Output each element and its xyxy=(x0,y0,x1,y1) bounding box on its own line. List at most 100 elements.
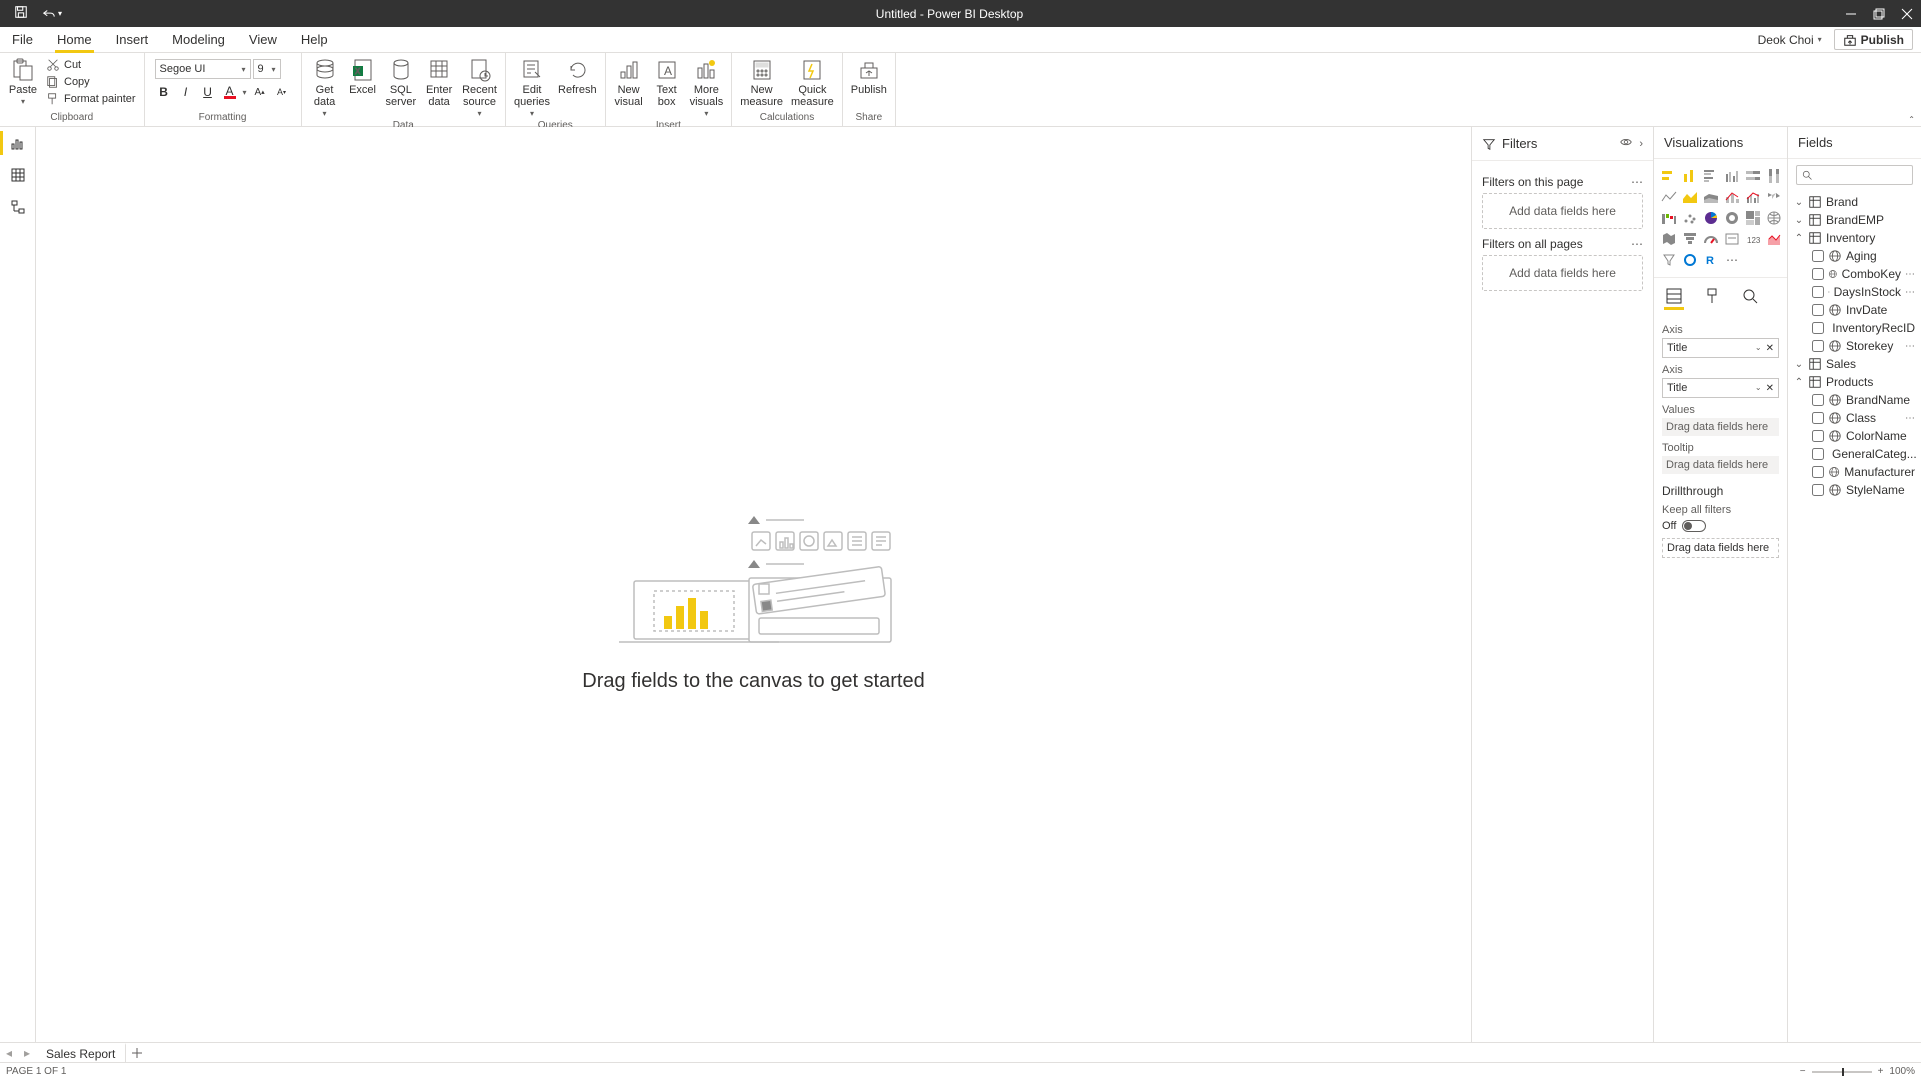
sql-server-button[interactable]: SQL server xyxy=(382,55,421,108)
new-measure-button[interactable]: New measure xyxy=(736,55,787,108)
viz-card[interactable] xyxy=(1723,230,1741,248)
field-generalcateg[interactable]: GeneralCateg... xyxy=(1794,445,1915,463)
viz-gauge[interactable] xyxy=(1702,230,1720,248)
report-view-button[interactable] xyxy=(0,127,35,159)
report-canvas-area[interactable]: Drag fields to the canvas to get started xyxy=(36,127,1471,1042)
user-menu[interactable]: Deok Choi▾ xyxy=(1748,27,1832,52)
viz-line-column[interactable] xyxy=(1723,188,1741,206)
recent-sources-button[interactable]: Recent source▾ xyxy=(458,55,501,120)
table-products[interactable]: ⌃Products xyxy=(1794,373,1915,391)
viz-slicer[interactable] xyxy=(1660,251,1678,269)
tab-home[interactable]: Home xyxy=(45,27,104,52)
viz-stacked-column[interactable] xyxy=(1681,167,1699,185)
publish-ribbon-button[interactable]: Publish xyxy=(847,55,891,96)
data-view-button[interactable] xyxy=(0,159,35,191)
get-data-button[interactable]: Get data▾ xyxy=(306,55,344,120)
field-daysinstock[interactable]: DaysInStock⋯ xyxy=(1794,283,1915,301)
refresh-button[interactable]: Refresh xyxy=(554,55,601,96)
drillthrough-dropzone[interactable]: Drag data fields here xyxy=(1662,538,1779,558)
viz-axis2-field[interactable]: Title⌄✕ xyxy=(1662,378,1779,398)
close-button[interactable] xyxy=(1893,0,1921,27)
page-next[interactable]: ▸ xyxy=(18,1043,36,1062)
italic-button[interactable]: I xyxy=(177,83,195,101)
viz-waterfall[interactable] xyxy=(1660,209,1678,227)
zoom-out[interactable]: − xyxy=(1800,1066,1806,1077)
viz-line-clustered-column[interactable] xyxy=(1744,188,1762,206)
copy-button[interactable]: Copy xyxy=(42,74,140,90)
enter-data-button[interactable]: Enter data xyxy=(420,55,458,108)
viz-analytics-tab[interactable] xyxy=(1738,284,1762,308)
field-stylename[interactable]: StyleName xyxy=(1794,481,1915,499)
font-size-select[interactable]: 9▾ xyxy=(253,59,281,79)
viz-matrix[interactable]: R xyxy=(1702,251,1720,269)
viz-filled-map[interactable] xyxy=(1660,230,1678,248)
fields-search[interactable] xyxy=(1796,165,1913,185)
bold-button[interactable]: B xyxy=(155,83,173,101)
viz-100-stacked-bar[interactable] xyxy=(1744,167,1762,185)
tab-file[interactable]: File xyxy=(0,27,45,52)
excel-button[interactable]: XExcel xyxy=(344,55,382,96)
table-brand[interactable]: ⌄Brand xyxy=(1794,193,1915,211)
filters-all-dropzone[interactable]: Add data fields here xyxy=(1482,255,1643,291)
viz-treemap[interactable] xyxy=(1744,209,1762,227)
tab-modeling[interactable]: Modeling xyxy=(160,27,237,52)
viz-ribbon[interactable] xyxy=(1765,188,1783,206)
field-combokey[interactable]: ComboKey⋯ xyxy=(1794,265,1915,283)
format-painter-button[interactable]: Format painter xyxy=(42,91,140,107)
viz-scatter[interactable] xyxy=(1681,209,1699,227)
viz-values-dropzone[interactable]: Drag data fields here xyxy=(1662,418,1779,436)
cut-button[interactable]: Cut xyxy=(42,57,140,73)
grow-font-button[interactable]: A▴ xyxy=(251,83,269,101)
tab-view[interactable]: View xyxy=(237,27,289,52)
zoom-slider[interactable] xyxy=(1812,1071,1872,1073)
field-inventoryrecid[interactable]: InventoryRecID xyxy=(1794,319,1915,337)
viz-tooltip-dropzone[interactable]: Drag data fields here xyxy=(1662,456,1779,474)
filters-collapse-icon[interactable]: › xyxy=(1639,138,1643,150)
viz-stacked-area[interactable] xyxy=(1702,188,1720,206)
table-sales[interactable]: ⌄Sales xyxy=(1794,355,1915,373)
tab-help[interactable]: Help xyxy=(289,27,340,52)
font-color-button[interactable]: A xyxy=(221,83,239,101)
viz-donut[interactable] xyxy=(1723,209,1741,227)
field-class[interactable]: Class⋯ xyxy=(1794,409,1915,427)
maximize-button[interactable] xyxy=(1865,0,1893,27)
field-storekey[interactable]: Storekey⋯ xyxy=(1794,337,1915,355)
tab-insert[interactable]: Insert xyxy=(104,27,161,52)
viz-format-tab[interactable] xyxy=(1700,284,1724,308)
page-add[interactable] xyxy=(126,1043,148,1062)
zoom-in[interactable]: + xyxy=(1878,1066,1884,1077)
keep-filters-toggle[interactable]: Off xyxy=(1662,520,1779,532)
field-brandname[interactable]: BrandName xyxy=(1794,391,1915,409)
field-colorname[interactable]: ColorName xyxy=(1794,427,1915,445)
viz-axis1-field[interactable]: Title⌄✕ xyxy=(1662,338,1779,358)
page-tab-sales-report[interactable]: Sales Report xyxy=(36,1043,126,1062)
viz-clustered-column[interactable] xyxy=(1723,167,1741,185)
font-name-select[interactable]: Segoe UI▾ xyxy=(155,59,251,79)
viz-100-stacked-column[interactable] xyxy=(1765,167,1783,185)
more-visuals-button[interactable]: More visuals▾ xyxy=(686,55,728,120)
text-box-button[interactable]: AText box xyxy=(648,55,686,108)
shrink-font-button[interactable]: A▾ xyxy=(273,83,291,101)
report-page[interactable]: Drag fields to the canvas to get started xyxy=(36,127,1471,1042)
viz-funnel[interactable] xyxy=(1681,230,1699,248)
paste-button[interactable]: Paste▾ xyxy=(4,55,42,108)
filters-visibility-icon[interactable] xyxy=(1619,135,1633,152)
viz-table[interactable] xyxy=(1681,251,1699,269)
viz-pie[interactable] xyxy=(1702,209,1720,227)
quick-measure-button[interactable]: Quick measure xyxy=(787,55,838,108)
viz-line[interactable] xyxy=(1660,188,1678,206)
model-view-button[interactable] xyxy=(0,191,35,223)
viz-fields-tab[interactable] xyxy=(1662,284,1686,308)
viz-more[interactable]: ⋯ xyxy=(1723,251,1741,269)
underline-button[interactable]: U xyxy=(199,83,217,101)
edit-queries-button[interactable]: Edit queries▾ xyxy=(510,55,554,120)
filters-page-dropzone[interactable]: Add data fields here xyxy=(1482,193,1643,229)
filters-page-more[interactable]: ⋯ xyxy=(1631,175,1643,189)
undo-icon[interactable]: ▾ xyxy=(42,7,62,21)
field-aging[interactable]: Aging xyxy=(1794,247,1915,265)
viz-area[interactable] xyxy=(1681,188,1699,206)
filters-all-more[interactable]: ⋯ xyxy=(1631,237,1643,251)
field-invdate[interactable]: InvDate xyxy=(1794,301,1915,319)
publish-button-top[interactable]: Publish xyxy=(1834,29,1913,50)
table-inventory[interactable]: ⌃Inventory xyxy=(1794,229,1915,247)
